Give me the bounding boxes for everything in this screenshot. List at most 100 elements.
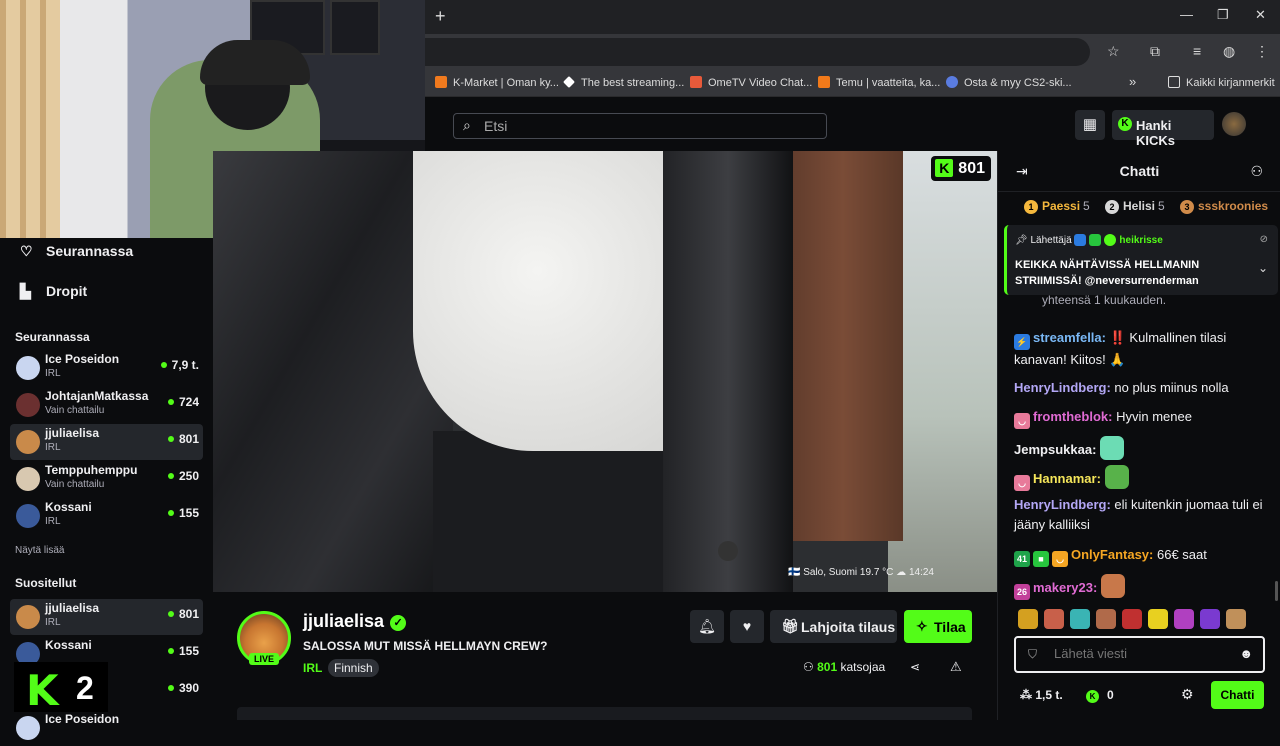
chat-message: Jempsukkaa: xyxy=(1014,436,1272,460)
channel-item[interactable]: jjuliaelisa IRL 801 xyxy=(10,424,203,460)
chat-users-icon[interactable]: ⚇ xyxy=(1250,163,1263,180)
video-player[interactable]: K 801 🇫🇮 Salo, Suomi 19.7 °C ☁ 14:24 xyxy=(213,151,997,592)
send-chat-button[interactable]: Chatti xyxy=(1211,681,1264,709)
chat-username[interactable]: fromtheblok xyxy=(1033,409,1108,424)
chat-text: Hyvin menee xyxy=(1112,409,1192,424)
address-bar[interactable] xyxy=(425,38,1090,66)
channel-item[interactable]: Ice Poseidon xyxy=(10,710,203,746)
emote-icon[interactable] xyxy=(1226,609,1246,629)
channel-name: Kossani xyxy=(45,500,92,514)
bookmark-ometv[interactable]: OmeTV Video Chat... xyxy=(690,76,812,89)
new-tab-button[interactable]: + xyxy=(435,6,446,27)
sparkle-icon: ✧ xyxy=(916,618,928,634)
channel-points[interactable]: ⁂ 1,5 t. xyxy=(1020,688,1063,702)
badge-icon: ◡ xyxy=(1014,475,1030,491)
chat-colon: : xyxy=(1096,471,1101,486)
all-bookmarks-label: Kaikki kirjanmerkit xyxy=(1186,77,1275,89)
pinned-by: 📌︎ Lähettäjä heikrisse xyxy=(1015,234,1163,246)
media-icon[interactable]: ≡ xyxy=(1193,43,1201,59)
menu-icon[interactable]: ⋮ xyxy=(1255,43,1269,60)
emote-icon[interactable] xyxy=(1096,609,1116,629)
stream-tag[interactable]: Finnish xyxy=(328,659,379,677)
video-scene-jacket xyxy=(663,151,793,592)
channel-name: Ice Poseidon xyxy=(45,352,120,366)
chat-scrollbar[interactable] xyxy=(1275,581,1278,601)
hide-icon[interactable]: ⊘ xyxy=(1260,234,1268,245)
monitor xyxy=(330,0,380,55)
subscribe-button[interactable]: ✧ Tilaa xyxy=(904,610,972,643)
chat-username[interactable]: OnlyFantasy xyxy=(1071,547,1149,562)
share-icon[interactable]: ⋖ xyxy=(910,660,920,674)
bookmark-streaming[interactable]: The best streaming... xyxy=(563,76,684,89)
user-avatar[interactable] xyxy=(1222,112,1246,136)
channel-name: jjuliaelisa xyxy=(45,426,100,440)
stream-category[interactable]: IRL xyxy=(303,661,322,675)
emote-icon[interactable] xyxy=(1148,609,1168,629)
kick-k-logo: K xyxy=(26,666,59,715)
recommended-heading: Suositellut xyxy=(15,576,77,590)
users-icon: ⚇ xyxy=(803,660,818,674)
channel-item[interactable]: jjuliaelisa IRL 801 xyxy=(10,599,203,635)
chat-username[interactable]: Jempsukkaa xyxy=(1014,442,1092,457)
nav-drops[interactable]: ▙ Dropit xyxy=(20,283,87,300)
leaderboard-entry[interactable]: 2 Helisi 5 xyxy=(1105,199,1165,214)
follow-button[interactable]: ♥ xyxy=(730,610,764,643)
search-input[interactable]: ⌕ Etsi xyxy=(453,113,827,139)
bookmark-kmarket[interactable]: K-Market | Oman ky... xyxy=(435,76,559,89)
leaderboard-entry[interactable]: 3 ssskroonies xyxy=(1180,199,1268,214)
gear-icon[interactable]: ⚙ xyxy=(1181,686,1194,703)
kicks-value: 0 xyxy=(1107,688,1114,702)
notification-button[interactable]: 🔔︎ xyxy=(690,610,724,643)
emote-icon[interactable] xyxy=(1070,609,1090,629)
leaderboard-count: 5 xyxy=(1158,199,1165,213)
profile-icon[interactable]: ◍ xyxy=(1223,43,1235,60)
emoji-icon[interactable]: ☻ xyxy=(1239,646,1253,661)
chat-username[interactable]: makery23 xyxy=(1033,580,1093,595)
minimize-button[interactable]: — xyxy=(1180,7,1193,22)
all-bookmarks[interactable]: Kaikki kirjanmerkit xyxy=(1168,76,1275,89)
library-button[interactable]: ▦ xyxy=(1075,110,1105,140)
nav-label: Dropit xyxy=(46,283,88,299)
channel-viewers: 7,9 t. xyxy=(161,358,199,372)
address-bar-row: ☆ ⧉ ≡ ◍ ⋮ xyxy=(425,34,1280,70)
chat-username[interactable]: HenryLindberg xyxy=(1014,497,1106,512)
kicks-balance[interactable]: K0 xyxy=(1086,688,1114,703)
emote-icon[interactable] xyxy=(1018,609,1038,629)
maximize-button[interactable]: ❐ xyxy=(1217,7,1229,23)
chat-input-box[interactable]: ⛉ ☻ xyxy=(1014,636,1265,673)
gift-sub-button[interactable]: 🎁︎ Lahjoita tilaus xyxy=(770,610,897,643)
get-kicks-button[interactable]: K Hanki KICKs xyxy=(1112,110,1214,148)
emote-icon[interactable] xyxy=(1200,609,1220,629)
library-icon: ▦ xyxy=(1082,116,1098,133)
nav-following[interactable]: ♡ Seurannassa xyxy=(20,243,133,260)
channel-item[interactable]: JohtajanMatkassa Vain chattailu 724 xyxy=(10,387,203,423)
chat-username[interactable]: streamfella xyxy=(1033,330,1102,345)
emote-icon[interactable] xyxy=(1122,609,1142,629)
channel-item[interactable]: Kossani IRL 155 xyxy=(10,498,203,534)
chat-username[interactable]: Hannamar xyxy=(1033,471,1097,486)
chat-input[interactable] xyxy=(1054,646,1224,661)
bookmarks-overflow-button[interactable]: » xyxy=(1129,74,1136,89)
channel-category: Vain chattailu xyxy=(45,405,105,416)
emote-icon[interactable] xyxy=(1044,609,1064,629)
close-button[interactable]: ✕ xyxy=(1255,7,1266,23)
chat-username[interactable]: HenryLindberg xyxy=(1014,380,1106,395)
show-more-link[interactable]: Näytä lisää xyxy=(15,545,64,556)
star-icon[interactable]: ☆ xyxy=(1107,43,1120,60)
extensions-icon[interactable]: ⧉ xyxy=(1150,43,1160,60)
pinned-prefix: Lähettäjä xyxy=(1030,235,1072,246)
channel-item[interactable]: Temppuhemppu Vain chattailu 250 xyxy=(10,461,203,497)
emote-icon[interactable] xyxy=(1174,609,1194,629)
chevron-down-icon[interactable]: ⌄ xyxy=(1258,261,1268,275)
channel-item[interactable]: Ice Poseidon IRL 7,9 t. xyxy=(10,350,203,386)
bookmark-temu[interactable]: Temu | vaatteita, ka... xyxy=(818,76,940,89)
channel-viewers: 250 xyxy=(168,469,199,483)
report-icon[interactable]: ⚠ xyxy=(950,659,962,675)
streamer-name[interactable]: jjuliaelisa ✓ xyxy=(303,611,407,632)
chat-message: ◡ Hannamar: xyxy=(1014,465,1272,491)
channel-avatar xyxy=(16,393,40,417)
pinned-message[interactable]: 📌︎ Lähettäjä heikrisse KEIKKA NÄHTÄVISSÄ… xyxy=(1004,225,1278,295)
leaderboard-entry[interactable]: 1 Paessi 5 xyxy=(1024,199,1090,214)
bookmark-cs2[interactable]: Osta & myy CS2-ski... xyxy=(946,76,1072,89)
bookmark-label: Temu | vaatteita, ka... xyxy=(836,77,941,89)
